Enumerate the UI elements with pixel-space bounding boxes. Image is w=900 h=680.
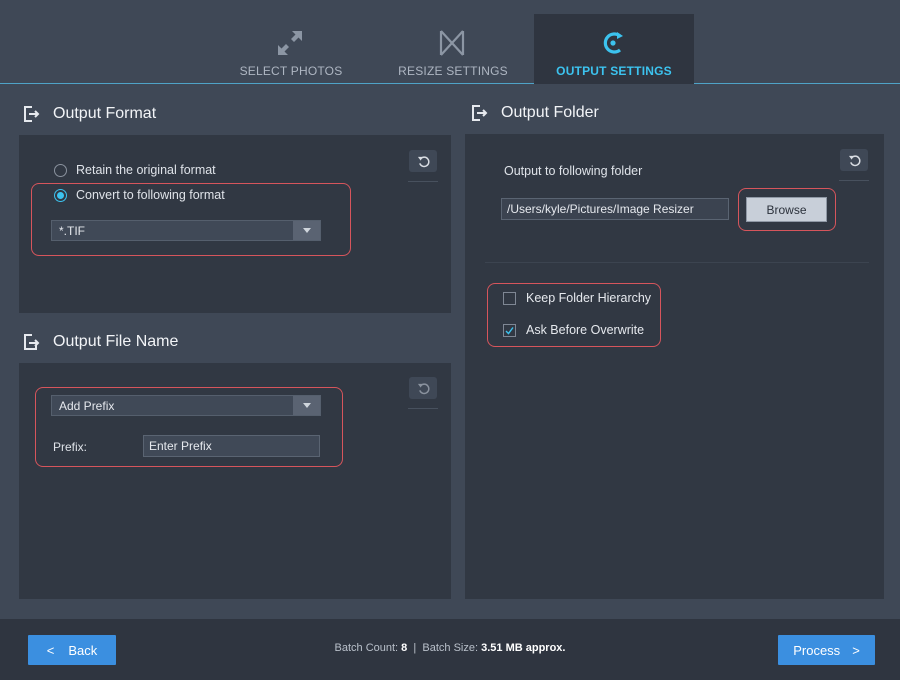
batch-size-label: Batch Size: [422,642,479,654]
tab-output-settings[interactable]: OUTPUT SETTINGS [534,14,694,84]
chevron-right-icon: > [852,642,860,658]
annotation-highlight-browse [738,188,836,231]
footer-bar: < Back Batch Count: 8 | Batch Size: 3.51… [0,619,900,680]
divider [408,181,438,182]
output-file-name-header: Output File Name [22,333,178,351]
annotation-highlight-format [31,183,351,256]
tab-resize-settings[interactable]: RESIZE SETTINGS [373,14,533,84]
file-export-icon [24,334,40,350]
process-button[interactable]: Process > [778,635,875,665]
step-tab-bar: SELECT PHOTOS RESIZE SETTINGS OUTPUT SET… [0,0,900,84]
process-label: Process [793,642,841,658]
batch-size-value: 3.51 MB approx. [481,642,566,654]
output-format-header: Output Format [22,105,156,123]
output-c-icon [603,32,623,54]
divider [408,408,438,409]
batch-count-value: 8 [401,642,408,654]
reset-icon [848,154,860,166]
export-icon [472,105,488,121]
tab-label: RESIZE SETTINGS [398,64,508,78]
export-icon [24,106,40,122]
divider [839,180,869,181]
expand-arrows-icon [278,31,302,55]
batch-separator: | [413,642,417,654]
folder-label: Output to following folder [504,164,643,178]
radio-label: Retain the original format [76,163,216,177]
reset-icon [417,155,429,167]
section-title: Output File Name [53,333,179,350]
reset-folder-button[interactable] [840,149,868,171]
tab-label: OUTPUT SETTINGS [556,64,672,78]
divider [485,262,869,263]
reset-format-button[interactable] [409,150,437,172]
folder-path-value: /Users/kyle/Pictures/Image Resizer [507,202,694,216]
tab-select-photos[interactable]: SELECT PHOTOS [211,14,371,84]
section-title: Output Folder [501,104,599,121]
resize-bowtie-icon [439,30,465,56]
reset-icon [417,382,429,394]
output-folder-header: Output Folder [470,104,599,122]
folder-path-input[interactable]: /Users/kyle/Pictures/Image Resizer [501,198,729,220]
batch-count-label: Batch Count: [334,642,399,654]
radio-button[interactable] [54,163,67,177]
section-title: Output Format [53,105,157,122]
reset-filename-button[interactable] [409,377,437,399]
tab-label: SELECT PHOTOS [239,64,343,78]
batch-info: Batch Count: 8 | Batch Size: 3.51 MB app… [0,642,900,654]
annotation-highlight-options [487,283,661,347]
retain-format-radio[interactable]: Retain the original format [54,163,216,177]
annotation-highlight-filename [35,387,343,467]
